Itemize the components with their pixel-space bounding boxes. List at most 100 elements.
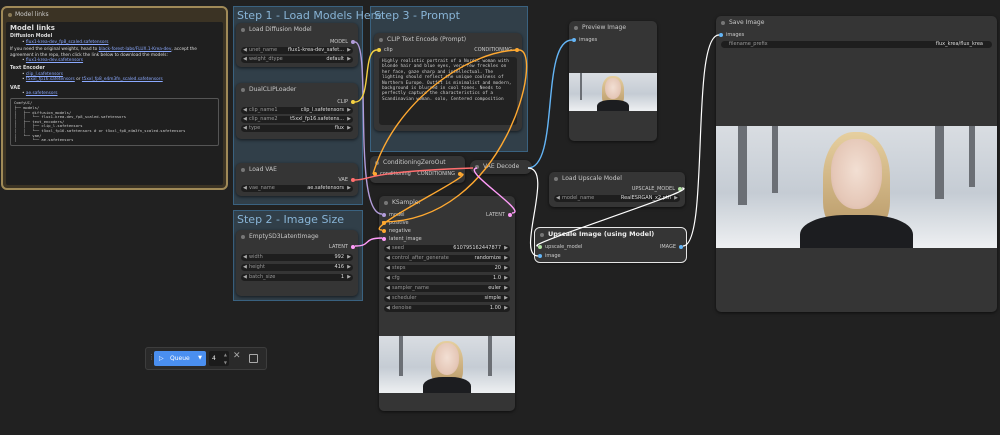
node-upscale-image[interactable]: Upscale Image (using Model) upscale_mode…: [534, 227, 687, 263]
widget-unet-name[interactable]: ◀ unet_name flux1-krea-dev_safet... ▶: [241, 47, 353, 54]
widget-sampler-name[interactable]: ◀ sampler_name euler ▶: [384, 285, 510, 292]
group-step1-title: Step 1 - Load Models Here: [237, 9, 382, 22]
chevron-down-icon[interactable]: ▼: [198, 351, 202, 366]
output-clip-label: CLIP: [337, 99, 348, 105]
widget-clip-name2[interactable]: ◀ clip_name2 t5xxl_fp16.safetens... ▶: [241, 116, 353, 123]
output-model-label: MODEL: [329, 39, 348, 45]
node-dot-icon: [379, 38, 383, 42]
output-upscale-model-label: UPSCALE_MODEL: [631, 186, 675, 192]
input-images-pin[interactable]: [719, 33, 723, 37]
node-save-image[interactable]: Save Image images filename_prefix flux_kr…: [716, 16, 997, 312]
node-title: Load Upscale Model: [562, 175, 622, 182]
node-dot-icon: [241, 88, 245, 92]
node-title: Upscale Image (using Model): [548, 230, 655, 238]
node-title: CLIP Text Encode (Prompt): [387, 36, 467, 43]
saved-image: [716, 126, 997, 248]
t5xxl-fp8-link[interactable]: t5xxl_fp8_e4m3fn_scaled.safetensors: [82, 77, 163, 82]
original-text-a: If you need the original weights, head t…: [10, 47, 98, 53]
workflow-canvas[interactable]: Step 1 - Load Models Here Step 2 - Image…: [0, 0, 1000, 435]
note-heading: Model links: [10, 24, 55, 32]
node-conditioning-zero-out[interactable]: ConditioningZeroOut conditioning CONDITI…: [370, 156, 465, 183]
close-icon[interactable]: ✕: [233, 351, 241, 361]
node-title: EmptySD3LatentImage: [249, 233, 319, 240]
node-dot-icon: [241, 235, 245, 239]
original-weights-link[interactable]: black-forest-labs/FLUX.1-Krea-dev: [99, 47, 172, 52]
output-image-pin[interactable]: [679, 245, 683, 249]
output-clip-pin[interactable]: [351, 100, 355, 104]
node-dot-icon: [8, 13, 12, 17]
queue-button[interactable]: ▷ Queue ▼: [154, 351, 206, 366]
node-vae-decode[interactable]: VAE Decode: [470, 160, 532, 174]
or-text: or: [76, 77, 81, 83]
node-title: Save Image: [729, 19, 765, 26]
input-latent-image-label: latent_image: [389, 236, 422, 242]
t5xxl-fp16-link[interactable]: t5xxl_fp16.safetensors: [26, 77, 75, 82]
node-dot-icon: [384, 201, 388, 205]
widget-clip-type[interactable]: ◀ type flux ▶: [241, 125, 353, 132]
group-step3-title: Step 3 - Prompt: [374, 9, 460, 22]
node-title: KSampler: [392, 199, 421, 206]
widget-weight-dtype[interactable]: ◀ weight_dtype default ▶: [241, 56, 353, 63]
widget-model-name[interactable]: ◀ model_name RealESRGAN_x2.pth ▶: [554, 195, 680, 202]
node-dual-clip-loader[interactable]: DualCLIPLoader CLIP ◀ clip_name1 clip_l.sa…: [236, 83, 358, 139]
output-conditioning-pin[interactable]: [458, 172, 462, 176]
input-model-pin[interactable]: [382, 213, 386, 217]
latent-preview-image: [379, 336, 515, 393]
widget-denoise[interactable]: ◀ denoise 1.00 ▶: [384, 305, 510, 312]
widget-scheduler[interactable]: ◀ scheduler simple ▶: [384, 295, 510, 302]
queue-button-label: Queue: [170, 355, 190, 362]
output-vae-pin[interactable]: [351, 178, 355, 182]
input-conditioning-pin[interactable]: [373, 172, 377, 176]
input-negative-label: negative: [389, 228, 411, 234]
note-title: Model links: [15, 11, 49, 18]
play-icon: ▷: [159, 355, 164, 362]
widget-height[interactable]: ◀ height 416 ▶: [241, 264, 353, 271]
input-images-pin[interactable]: [572, 38, 576, 42]
node-title: VAE Decode: [483, 163, 520, 170]
node-preview-image[interactable]: Preview Image images: [569, 21, 657, 141]
widget-seed[interactable]: ◀ seed 610795162447877 ▶: [384, 245, 510, 252]
input-positive-pin[interactable]: [382, 221, 386, 225]
widget-steps[interactable]: ◀ steps 20 ▶: [384, 265, 510, 272]
node-empty-sd3-latent-image[interactable]: EmptySD3LatentImage LATENT ◀ width 992 ▶ ◀ h…: [236, 230, 358, 296]
node-clip-text-encode[interactable]: CLIP Text Encode (Prompt) clip CONDITION…: [374, 33, 522, 131]
output-conditioning-label: CONDITIONING: [474, 47, 512, 53]
input-upscale-model-pin[interactable]: [538, 245, 542, 249]
output-model-pin[interactable]: [351, 40, 355, 44]
vae-link[interactable]: ae.safetensors: [26, 91, 58, 96]
node-load-diffusion-model[interactable]: Load Diffusion Model MODEL ◀ unet_name flu…: [236, 23, 358, 67]
node-title: Load Diffusion Model: [249, 26, 312, 33]
node-ksampler[interactable]: KSampler model positive negative latent_…: [379, 196, 515, 411]
input-conditioning-label: conditioning: [380, 171, 411, 177]
widget-batch-size[interactable]: ◀ batch_size 1 ▶: [241, 274, 353, 281]
output-latent-pin[interactable]: [351, 245, 355, 249]
group-step2-title: Step 2 - Image Size: [237, 213, 345, 226]
widget-cfg[interactable]: ◀ cfg 1.0 ▶: [384, 275, 510, 282]
square-icon[interactable]: [249, 354, 258, 363]
input-negative-pin[interactable]: [382, 229, 386, 233]
prompt-textarea[interactable]: Highly realistic portrait of a Nordic wo…: [379, 57, 517, 125]
widget-control-after-generate[interactable]: ◀ control_after_generate randomize ▶: [384, 255, 510, 262]
output-conditioning-pin[interactable]: [515, 48, 519, 52]
widget-width[interactable]: ◀ width 992 ▶: [241, 254, 353, 261]
diffusion-model-link[interactable]: flux1-krea-dev_fp8_scaled.safetensors: [26, 40, 109, 45]
input-image-label: image: [545, 253, 561, 259]
node-title: ConditioningZeroOut: [383, 159, 446, 166]
widget-filename-prefix[interactable]: filename_prefix flux_krea/flux_krea: [721, 41, 992, 48]
decrement-icon[interactable]: ▼: [224, 355, 227, 370]
input-image-pin[interactable]: [538, 254, 542, 258]
output-upscale-model-pin[interactable]: [678, 187, 682, 191]
batch-count-value: 4: [212, 355, 216, 362]
widget-vae-name[interactable]: ◀ vae_name ae.safetensors ▶: [241, 185, 353, 192]
input-clip-label: clip: [384, 47, 393, 53]
output-latent-pin[interactable]: [508, 213, 512, 217]
widget-clip-name1[interactable]: ◀ clip_name1 clip_l.safetensors ▶: [241, 107, 353, 114]
node-load-upscale-model[interactable]: Load Upscale Model UPSCALE_MODEL ◀ model_…: [549, 172, 685, 207]
input-clip-pin[interactable]: [377, 48, 381, 52]
original-file-link[interactable]: flux1-krea-dev.safetensors: [26, 58, 83, 63]
node-load-vae[interactable]: Load VAE VAE ◀ vae_name ae.safetensors ▶: [236, 163, 358, 196]
model-links-note[interactable]: Model links Model links Diffusion Model …: [1, 6, 228, 190]
batch-count-input[interactable]: 4 ▲ ▼: [209, 351, 229, 366]
node-dot-icon: [574, 26, 578, 30]
input-latent-image-pin[interactable]: [382, 237, 386, 241]
